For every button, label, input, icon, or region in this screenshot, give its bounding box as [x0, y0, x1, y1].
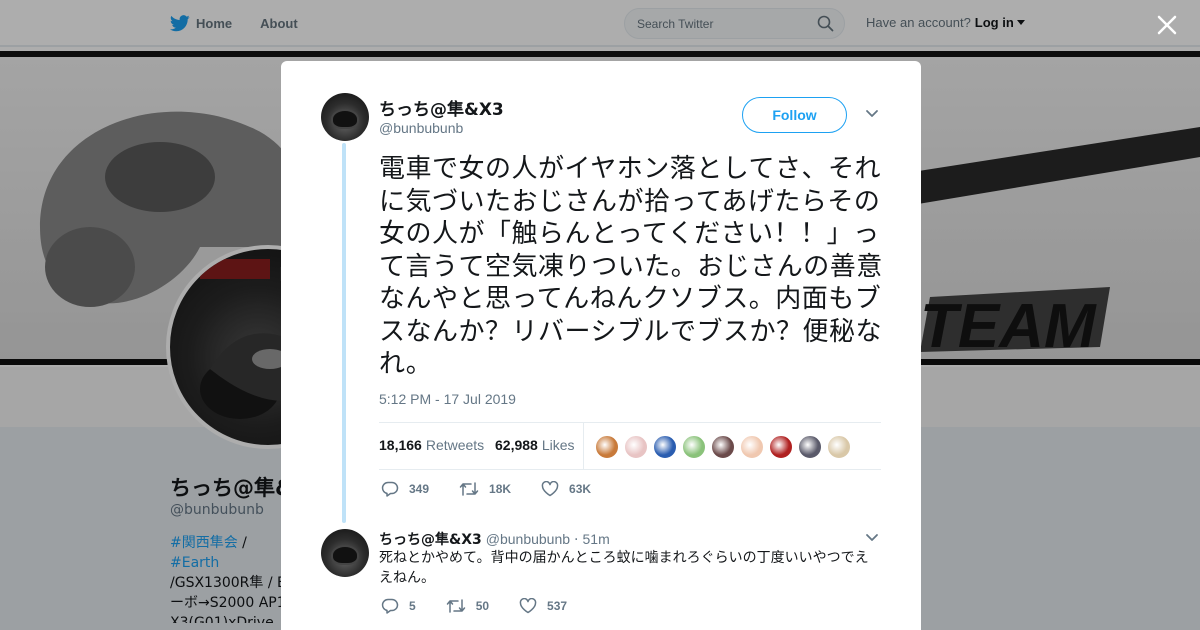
retweet-action[interactable]: 50 — [446, 598, 489, 614]
liker-avatar[interactable] — [653, 435, 677, 459]
retweet-count: 18K — [489, 482, 512, 496]
motorcycle-thumbnail — [331, 109, 359, 129]
like-count: 537 — [547, 599, 568, 613]
separator-dot: · — [574, 532, 579, 548]
reply-tweet[interactable]: ちっち@隼&X3 @bunbubunb · 51m 死ねとかやめて。背中の届かん… — [281, 515, 921, 630]
tweet-text: 電車で女の人がイヤホン落としてさ、それに気づいたおじさんが拾ってあげたらその女の… — [379, 154, 883, 379]
retweet-icon — [446, 599, 465, 613]
retweet-icon — [459, 482, 479, 496]
retweets-label: Retweets — [425, 437, 485, 453]
liker-avatar[interactable] — [740, 435, 764, 459]
heart-icon — [541, 481, 559, 497]
liker-avatars — [595, 435, 856, 459]
reply-icon — [381, 598, 399, 614]
likes-stat[interactable]: 62,988 Likes — [495, 437, 575, 453]
reply-count: 5 — [409, 599, 416, 613]
reply-author-name[interactable]: ちっち@隼&X3 — [379, 529, 482, 549]
likes-count: 62,988 — [495, 437, 538, 453]
reply-action[interactable]: 5 — [381, 598, 416, 614]
motorcycle-thumbnail — [331, 545, 359, 565]
likes-label: Likes — [541, 437, 575, 453]
chevron-down-icon[interactable] — [865, 109, 879, 119]
reply-time[interactable]: 51m — [583, 531, 610, 547]
tweet-author-avatar[interactable] — [321, 93, 369, 141]
tweet-author-name[interactable]: ちっち@隼&X3 — [379, 95, 504, 120]
chevron-down-icon[interactable] — [865, 533, 879, 543]
reply-actions-row: 5 50 537 — [381, 598, 597, 614]
reply-author-handle[interactable]: @bunbubunb — [486, 531, 570, 547]
like-count: 63K — [569, 482, 592, 496]
like-action[interactable]: 537 — [519, 598, 567, 614]
heart-icon — [519, 598, 537, 614]
tweet-modal: ちっち@隼&X3 @bunbubunb Follow 電車で女の人がイヤホン落と… — [281, 61, 921, 630]
liker-avatar[interactable] — [769, 435, 793, 459]
retweet-count: 50 — [475, 599, 490, 613]
tweet-stats: 18,166 Retweets 62,988 Likes — [379, 422, 881, 470]
follow-button[interactable]: Follow — [742, 97, 847, 133]
reply-icon — [381, 481, 399, 497]
reply-count: 349 — [409, 482, 430, 496]
reply-author-avatar[interactable] — [321, 529, 369, 577]
reply-header: ちっち@隼&X3 @bunbubunb · 51m — [379, 529, 610, 549]
reply-text: 死ねとかやめて。背中の届かんところ蚊に噛まれろぐらいの丁度いいやつでええねん。 — [379, 550, 869, 586]
retweet-action[interactable]: 18K — [459, 481, 511, 497]
liker-avatar[interactable] — [827, 435, 851, 459]
liker-avatar[interactable] — [711, 435, 735, 459]
tweet-author-handle[interactable]: @bunbubunb — [379, 120, 463, 136]
liker-avatar[interactable] — [624, 435, 648, 459]
tweet-actions: 349 18K 63K — [381, 481, 621, 497]
reply-action[interactable]: 349 — [381, 481, 429, 497]
liker-avatar[interactable] — [595, 435, 619, 459]
liker-avatar[interactable] — [682, 435, 706, 459]
close-icon[interactable] — [1154, 12, 1180, 38]
stats-divider — [583, 423, 584, 470]
like-action[interactable]: 63K — [541, 481, 591, 497]
liker-avatar[interactable] — [798, 435, 822, 459]
tweet-timestamp[interactable]: 5:12 PM - 17 Jul 2019 — [379, 391, 516, 407]
retweets-stat[interactable]: 18,166 Retweets — [379, 437, 484, 453]
retweets-count: 18,166 — [379, 437, 422, 453]
thread-line — [342, 143, 346, 523]
